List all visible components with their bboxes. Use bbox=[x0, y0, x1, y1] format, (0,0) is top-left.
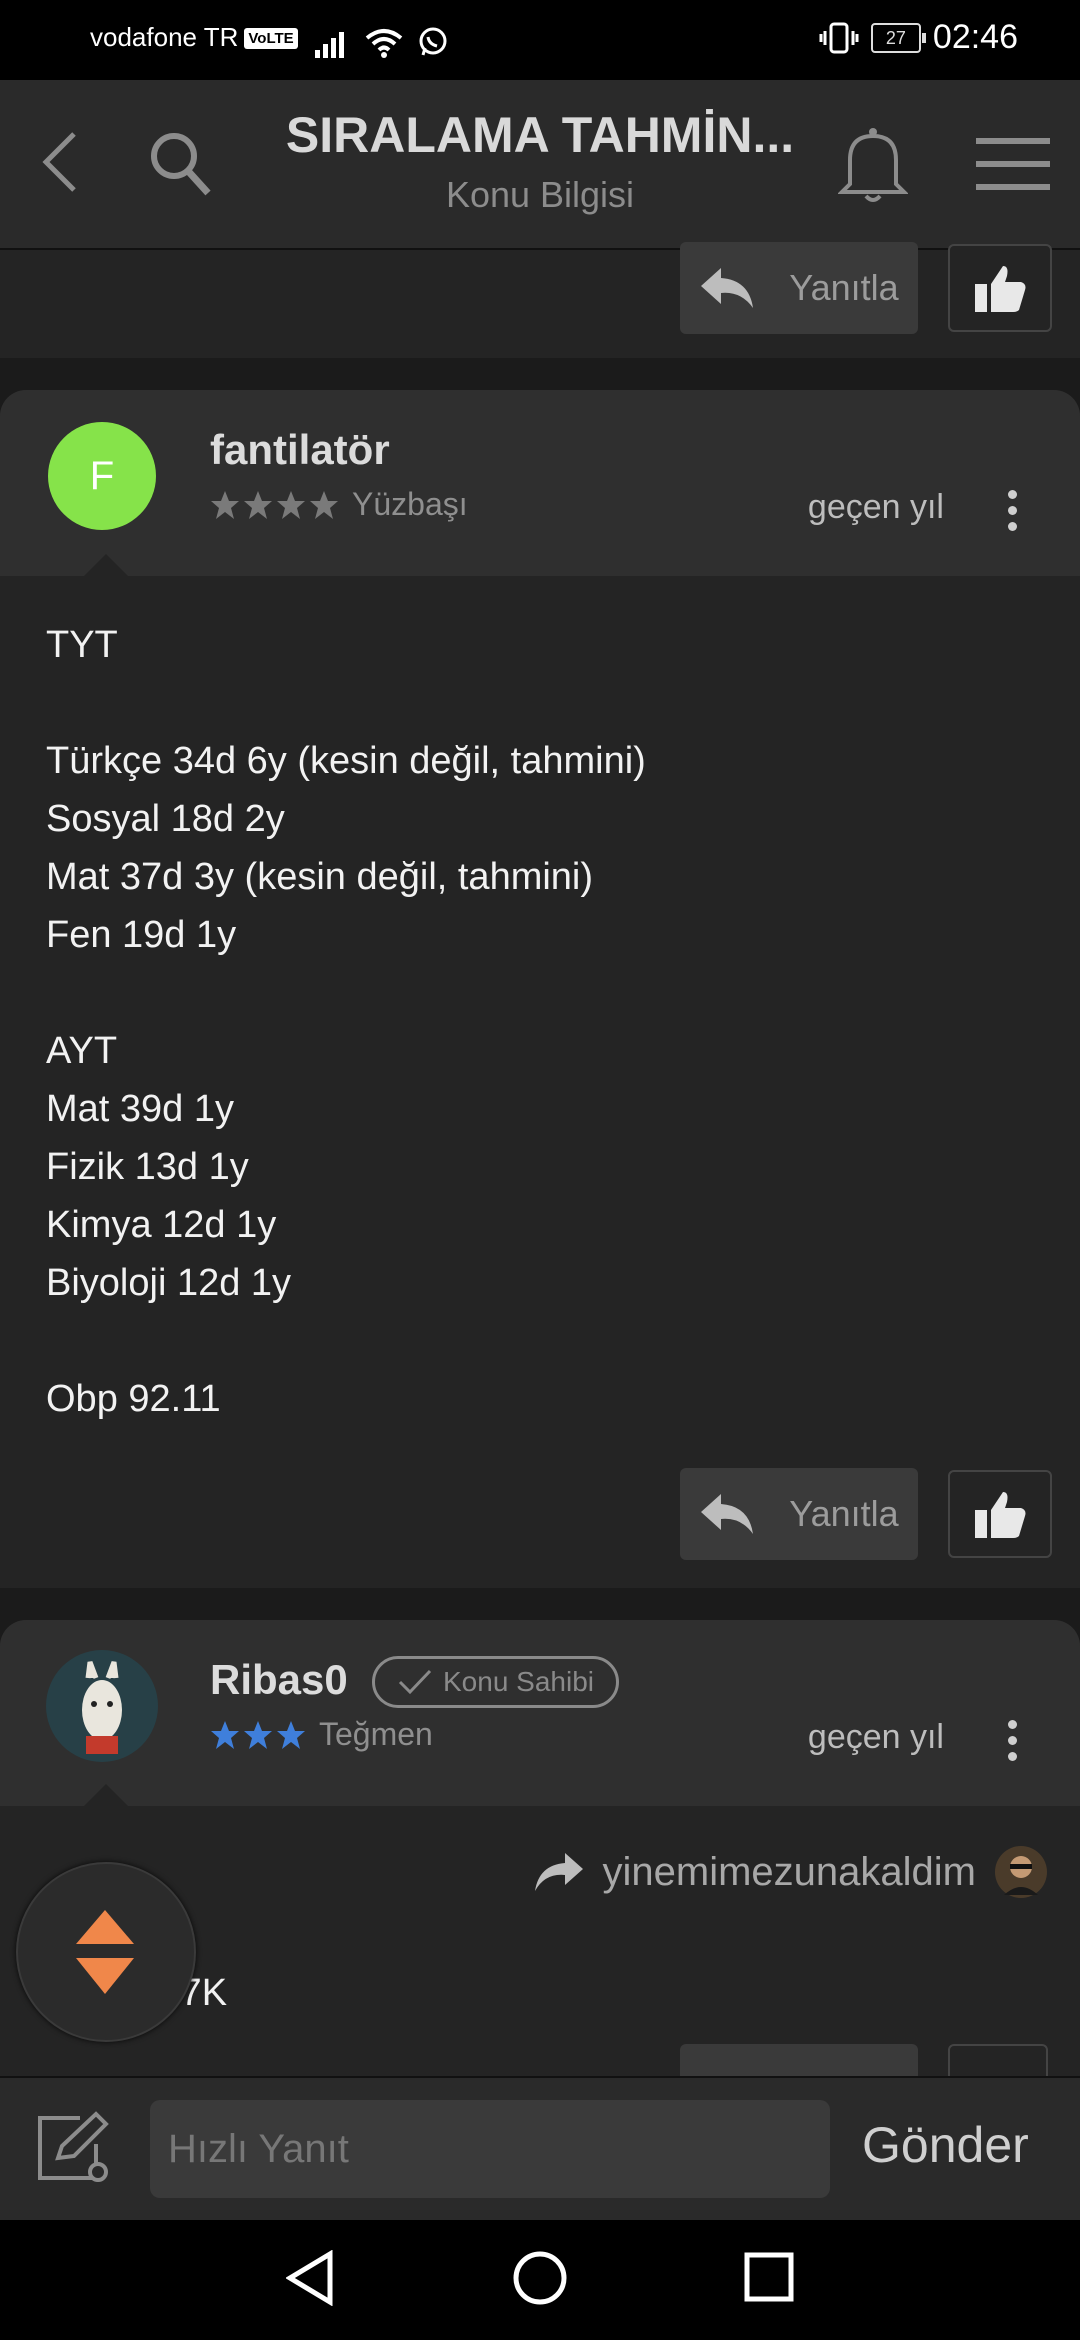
rank-stars-icon bbox=[211, 1720, 305, 1749]
post-time: geçen yıl bbox=[807, 1718, 944, 1756]
quote-reference[interactable]: yinemimezunakaldim bbox=[512, 1842, 1048, 1902]
compose-settings-icon[interactable] bbox=[36, 2110, 112, 2186]
notification-bell-icon[interactable] bbox=[838, 126, 908, 204]
app-header: SIRALAMA TAHMİN... Konu Bilgisi bbox=[0, 80, 1080, 250]
battery-icon: 27 bbox=[870, 22, 926, 53]
reply-button[interactable]: Yanıtla bbox=[680, 1468, 918, 1560]
page-subtitle: Konu Bilgisi bbox=[445, 174, 635, 215]
reply-arrow-icon bbox=[701, 268, 754, 308]
post-body: TYT Türkçe 34d 6y (kesin değil, tahmini)… bbox=[46, 624, 646, 1420]
reply-button[interactable] bbox=[680, 2044, 918, 2076]
post-header bbox=[0, 1620, 1080, 1806]
signal-icon bbox=[315, 32, 344, 58]
topic-owner-badge: Konu Sahibi bbox=[372, 1656, 620, 1708]
post-header bbox=[0, 390, 1080, 576]
check-icon bbox=[398, 1669, 432, 1695]
rank-stars-icon bbox=[211, 490, 338, 519]
page-title: SIRALAMA TAHMİN... bbox=[285, 107, 795, 163]
hamburger-menu-icon[interactable] bbox=[976, 136, 1050, 192]
like-button[interactable] bbox=[948, 1470, 1052, 1558]
previous-post-footer: Yanıtla bbox=[0, 242, 1080, 358]
post-time: geçen yıl bbox=[807, 488, 944, 526]
user-rank: Yüzbaşı bbox=[210, 486, 468, 523]
header-notch bbox=[84, 554, 128, 576]
thumbs-up-icon bbox=[975, 266, 1026, 312]
quick-reply-input[interactable] bbox=[150, 2100, 830, 2198]
nav-back-icon[interactable] bbox=[286, 2250, 336, 2306]
more-options-icon[interactable] bbox=[1008, 1720, 1018, 1768]
wifi-icon bbox=[365, 29, 403, 58]
reply-button[interactable]: Yanıtla bbox=[680, 242, 918, 334]
post-username[interactable]: fantilatör bbox=[210, 426, 390, 474]
search-icon[interactable] bbox=[148, 130, 212, 198]
reply-label: Yanıtla bbox=[789, 1493, 899, 1534]
back-arrow-icon[interactable] bbox=[38, 130, 82, 194]
avatar[interactable] bbox=[44, 1648, 160, 1764]
up-down-arrows-icon bbox=[76, 1910, 134, 1994]
thumbs-up-icon bbox=[975, 1492, 1026, 1538]
reply-arrow-icon bbox=[701, 1494, 754, 1534]
more-options-icon[interactable] bbox=[1008, 490, 1018, 538]
carrier-label: vodafone TR bbox=[90, 22, 239, 52]
like-button[interactable] bbox=[948, 244, 1052, 332]
post-card: fantilatör Yüzbaşı geçen yıl TYT Türkçe … bbox=[0, 390, 1080, 1588]
user-rank: Teğmen bbox=[210, 1716, 433, 1753]
clock: 02:46 bbox=[932, 18, 1018, 56]
vibrate-icon bbox=[819, 22, 859, 53]
status-bar: vodafone TR VoLTE 27 02:46 bbox=[0, 0, 1080, 80]
nav-home-icon[interactable] bbox=[512, 2250, 568, 2306]
rank-label: Yüzbaşı bbox=[352, 486, 468, 522]
post-username[interactable]: Ribas0 bbox=[210, 1656, 348, 1704]
like-button[interactable] bbox=[948, 2044, 1048, 2076]
volte-icon: VoLTE bbox=[244, 28, 298, 49]
carrier-name: vodafone TR VoLTE bbox=[90, 22, 298, 53]
whatsapp-icon bbox=[419, 27, 447, 56]
quoted-user-avatar bbox=[995, 1846, 1047, 1898]
system-nav-bar bbox=[0, 2220, 1080, 2340]
avatar[interactable]: F bbox=[48, 422, 156, 530]
network-icons bbox=[315, 24, 449, 58]
quoted-username: yinemimezunakaldim bbox=[602, 1849, 976, 1894]
status-right: 27 02:46 bbox=[819, 18, 1018, 57]
nav-recents-icon[interactable] bbox=[744, 2252, 794, 2302]
reply-label: Yanıtla bbox=[789, 267, 899, 308]
rank-label: Teğmen bbox=[319, 1716, 433, 1752]
send-button[interactable]: Gönder bbox=[862, 2116, 1029, 2174]
scroll-toggle-button[interactable] bbox=[16, 1862, 196, 2042]
badge-label: Konu Sahibi bbox=[443, 1666, 595, 1697]
forward-arrow-icon bbox=[534, 1853, 583, 1891]
header-notch bbox=[84, 1784, 128, 1806]
